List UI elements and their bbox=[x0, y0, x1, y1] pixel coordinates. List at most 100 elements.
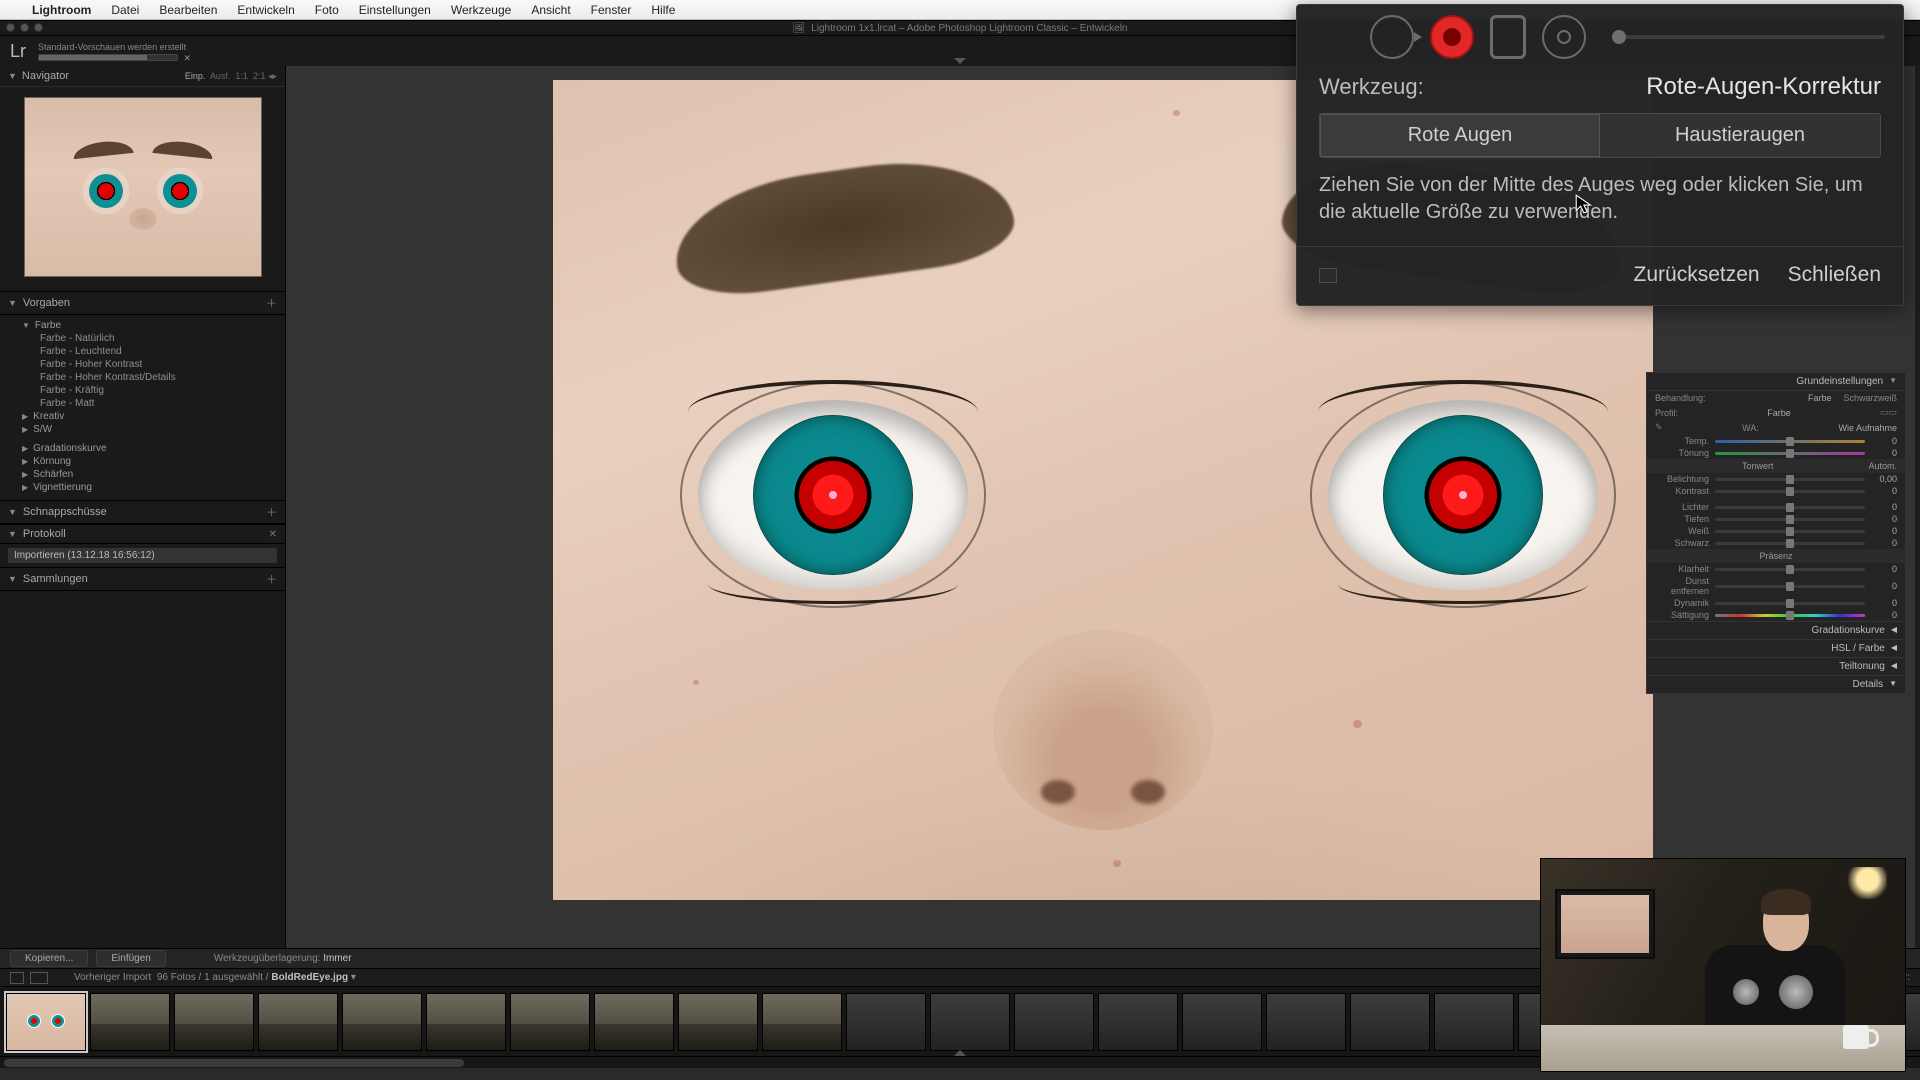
clarity-slider[interactable] bbox=[1715, 568, 1865, 571]
temp-slider[interactable] bbox=[1715, 440, 1865, 443]
filmstrip-toggle-icon[interactable] bbox=[954, 1050, 966, 1056]
module-picker-toggle-icon[interactable] bbox=[954, 58, 966, 64]
preset-group-color[interactable]: ▼Farbe bbox=[22, 319, 285, 332]
tool-overlay-value[interactable]: Immer bbox=[323, 953, 351, 964]
filmstrip-thumb[interactable] bbox=[1014, 993, 1094, 1051]
menu-datei[interactable]: Datei bbox=[101, 3, 149, 17]
zoom-2-1[interactable]: 2:1 bbox=[253, 71, 266, 81]
vibrance-value[interactable]: 0 bbox=[1865, 598, 1897, 608]
navigator-thumbnail[interactable] bbox=[24, 97, 262, 277]
zoom-fit[interactable]: Einp. bbox=[185, 71, 206, 81]
reset-button[interactable]: Zurücksetzen bbox=[1634, 263, 1760, 287]
close-button[interactable]: Schließen bbox=[1788, 263, 1881, 287]
menu-fenster[interactable]: Fenster bbox=[581, 3, 642, 17]
contrast-value[interactable]: 0 bbox=[1865, 486, 1897, 496]
spot-removal-tool-icon[interactable] bbox=[1370, 15, 1414, 59]
filmstrip-thumb[interactable] bbox=[174, 993, 254, 1051]
menu-werkzeuge[interactable]: Werkzeuge bbox=[441, 3, 521, 17]
blacks-value[interactable]: 0 bbox=[1865, 538, 1897, 548]
treatment-color[interactable]: Farbe bbox=[1808, 393, 1832, 403]
zoom-1-1[interactable]: 1:1 bbox=[235, 71, 248, 81]
menu-ansicht[interactable]: Ansicht bbox=[521, 3, 580, 17]
filmstrip-thumb[interactable] bbox=[426, 993, 506, 1051]
auto-tone-button[interactable]: Autom. bbox=[1868, 461, 1905, 471]
vibrance-slider[interactable] bbox=[1715, 602, 1865, 605]
preset-item[interactable]: Farbe - Hoher Kontrast/Details bbox=[22, 371, 285, 384]
whites-slider[interactable] bbox=[1715, 530, 1865, 533]
menu-entwickeln[interactable]: Entwickeln bbox=[227, 3, 304, 17]
add-collection-icon[interactable]: ＋ bbox=[266, 571, 277, 587]
add-snapshot-icon[interactable]: ＋ bbox=[266, 504, 277, 520]
shadows-value[interactable]: 0 bbox=[1865, 514, 1897, 524]
menu-foto[interactable]: Foto bbox=[305, 3, 349, 17]
temp-value[interactable]: 0 bbox=[1865, 436, 1897, 446]
tool-toggle-switch[interactable] bbox=[1319, 268, 1337, 283]
saturation-value[interactable]: 0 bbox=[1865, 610, 1897, 620]
paste-settings-button[interactable]: Einfügen bbox=[96, 950, 165, 967]
exposure-slider[interactable] bbox=[1715, 478, 1865, 481]
secondary-display-icon[interactable] bbox=[30, 972, 48, 984]
history-item[interactable]: Importieren (13.12.18 16:56:12) bbox=[8, 548, 277, 563]
menu-bearbeiten[interactable]: Bearbeiten bbox=[149, 3, 227, 17]
tonecurve-panel-header[interactable]: Gradationskurve◀ bbox=[1647, 621, 1905, 639]
add-preset-icon[interactable]: ＋ bbox=[266, 295, 277, 311]
basic-panel-header[interactable]: Grundeinstellungen▼ bbox=[1647, 373, 1905, 391]
brush-size-slider[interactable] bbox=[1612, 35, 1885, 39]
filmstrip-thumb[interactable] bbox=[762, 993, 842, 1051]
profile-value[interactable]: Farbe bbox=[1767, 408, 1791, 418]
treatment-bw[interactable]: Schwarzweiß bbox=[1843, 393, 1897, 403]
tab-pet-eyes[interactable]: Haustieraugen bbox=[1600, 114, 1880, 157]
navigator-header[interactable]: ▼ Navigator Einp. Ausf. 1:1 2:1 ◂▸ bbox=[0, 66, 285, 87]
wb-value[interactable]: Wie Aufnahme bbox=[1838, 423, 1897, 433]
source-label[interactable]: Vorheriger Import bbox=[74, 972, 151, 983]
grid-view-icon[interactable] bbox=[10, 972, 24, 984]
preset-group-other[interactable]: ▶Schärfen bbox=[22, 468, 285, 481]
filmstrip-thumb[interactable] bbox=[510, 993, 590, 1051]
tab-red-eyes[interactable]: Rote Augen bbox=[1320, 114, 1600, 157]
filmstrip-thumb[interactable] bbox=[1266, 993, 1346, 1051]
preset-group-other[interactable]: ▶Körnung bbox=[22, 455, 285, 468]
preset-item[interactable]: Farbe - Hoher Kontrast bbox=[22, 358, 285, 371]
snapshots-header[interactable]: ▼Schnappschüsse＋ bbox=[0, 500, 285, 524]
filmstrip-thumb[interactable] bbox=[1350, 993, 1430, 1051]
radial-filter-tool-icon[interactable] bbox=[1542, 15, 1586, 59]
window-traffic-lights[interactable] bbox=[6, 23, 43, 32]
preset-item[interactable]: Farbe - Leuchtend bbox=[22, 345, 285, 358]
details-panel-header[interactable]: Details▼ bbox=[1647, 675, 1905, 693]
presets-header[interactable]: ▼Vorgaben＋ bbox=[0, 291, 285, 315]
blacks-slider[interactable] bbox=[1715, 542, 1865, 545]
filmstrip-thumb[interactable] bbox=[90, 993, 170, 1051]
filmstrip-thumb[interactable] bbox=[1098, 993, 1178, 1051]
tint-slider[interactable] bbox=[1715, 452, 1865, 455]
preset-group-other[interactable]: ▶Vignettierung bbox=[22, 481, 285, 494]
dehaze-slider[interactable] bbox=[1715, 585, 1865, 588]
preset-group-other[interactable]: ▶Gradationskurve bbox=[22, 442, 285, 455]
filmstrip-thumb[interactable] bbox=[930, 993, 1010, 1051]
tint-value[interactable]: 0 bbox=[1865, 448, 1897, 458]
contrast-slider[interactable] bbox=[1715, 490, 1865, 493]
copy-settings-button[interactable]: Kopieren... bbox=[10, 950, 88, 967]
redeye-tool-icon[interactable] bbox=[1430, 15, 1474, 59]
filmstrip-thumb[interactable] bbox=[1182, 993, 1262, 1051]
app-menu[interactable]: Lightroom bbox=[22, 3, 101, 17]
splittoning-panel-header[interactable]: Teiltonung◀ bbox=[1647, 657, 1905, 675]
preset-group-bw[interactable]: ▶S/W bbox=[22, 423, 285, 436]
whites-value[interactable]: 0 bbox=[1865, 526, 1897, 536]
collections-header[interactable]: ▼Sammlungen＋ bbox=[0, 567, 285, 591]
right-eye[interactable] bbox=[1328, 400, 1598, 590]
preset-item[interactable]: Farbe - Natürlich bbox=[22, 332, 285, 345]
saturation-slider[interactable] bbox=[1715, 614, 1865, 617]
clear-history-icon[interactable]: ✕ bbox=[269, 529, 277, 540]
preset-group-creative[interactable]: ▶Kreativ bbox=[22, 410, 285, 423]
filmstrip-thumb[interactable] bbox=[258, 993, 338, 1051]
filmstrip-thumb[interactable] bbox=[1434, 993, 1514, 1051]
highlights-value[interactable]: 0 bbox=[1865, 502, 1897, 512]
filmstrip-thumb[interactable] bbox=[846, 993, 926, 1051]
left-eye[interactable] bbox=[698, 400, 968, 590]
preset-item[interactable]: Farbe - Matt bbox=[22, 397, 285, 410]
clarity-value[interactable]: 0 bbox=[1865, 564, 1897, 574]
history-header[interactable]: ▼Protokoll✕ bbox=[0, 524, 285, 544]
filmstrip-thumb[interactable] bbox=[342, 993, 422, 1051]
hsl-panel-header[interactable]: HSL / Farbe◀ bbox=[1647, 639, 1905, 657]
exposure-value[interactable]: 0,00 bbox=[1865, 474, 1897, 484]
